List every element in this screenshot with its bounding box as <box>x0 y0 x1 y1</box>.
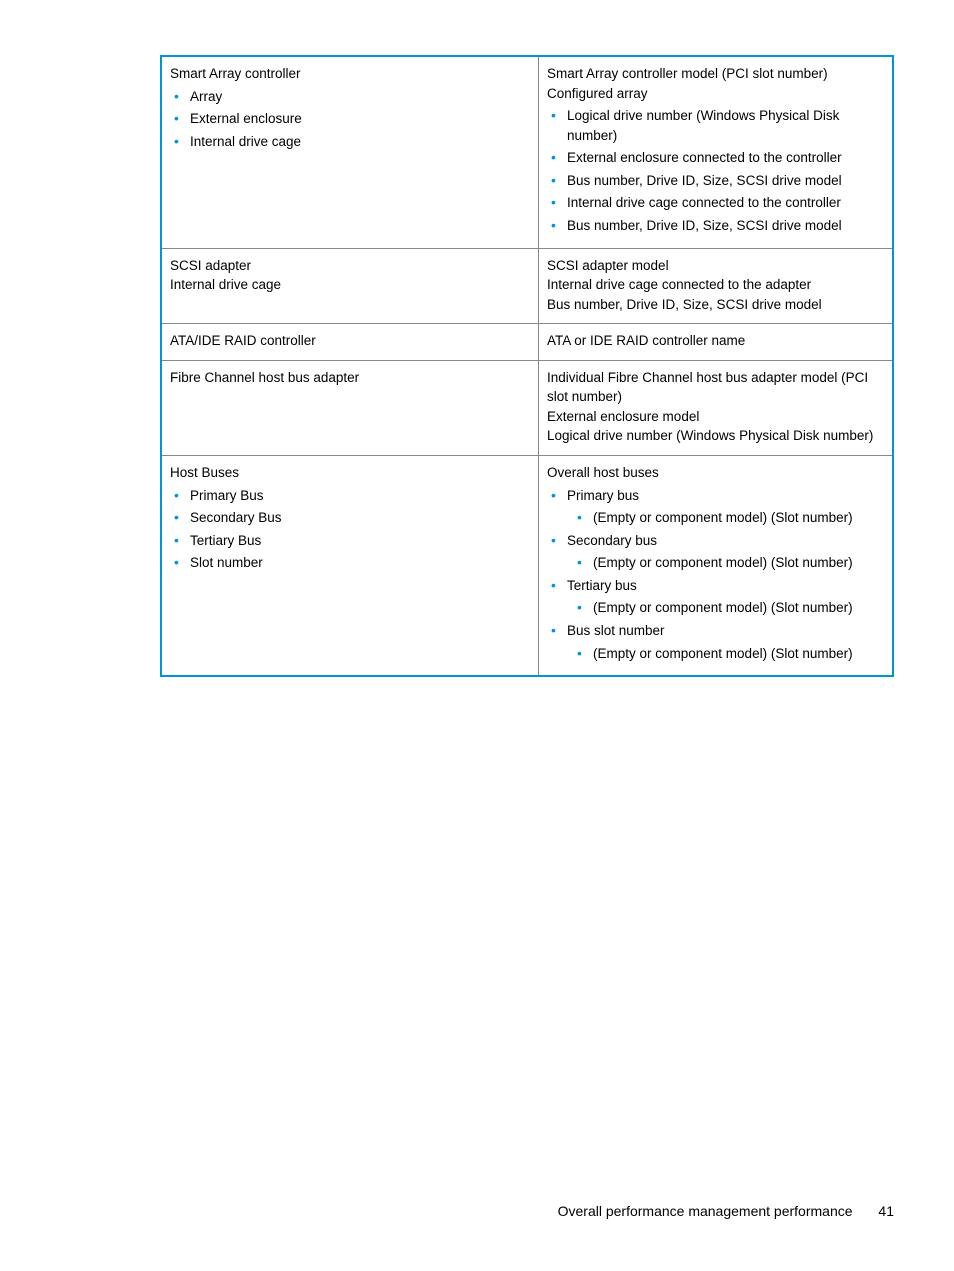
list-item: Logical drive number (Windows Physical D… <box>547 106 884 145</box>
list-item-label: Secondary bus <box>567 533 657 548</box>
list-item: Secondary bus (Empty or component model)… <box>547 531 884 573</box>
cell-line: External enclosure model <box>547 407 884 427</box>
cell-line: ATA or IDE RAID controller name <box>547 331 884 351</box>
list-item: Bus number, Drive ID, Size, SCSI drive m… <box>547 171 884 191</box>
list-item-label: Bus slot number <box>567 623 665 638</box>
cell-lead: Smart Array controller <box>170 64 530 84</box>
cell-line: Configured array <box>547 84 884 104</box>
cell-lead: SCSI adapter <box>170 256 530 276</box>
list-item: Bus number, Drive ID, Size, SCSI drive m… <box>547 216 884 236</box>
list-item: Tertiary Bus <box>170 531 530 551</box>
list-item: (Empty or component model) (Slot number) <box>573 553 884 573</box>
cell-line: Internal drive cage <box>170 275 530 295</box>
cell-line: SCSI adapter model <box>547 256 884 276</box>
list-item: Secondary Bus <box>170 508 530 528</box>
table-row: Host Buses Primary Bus Secondary Bus Ter… <box>161 456 893 677</box>
cell-lead: Fibre Channel host bus adapter <box>170 368 530 388</box>
list-item-label: Tertiary bus <box>567 578 637 593</box>
list-item: (Empty or component model) (Slot number) <box>573 508 884 528</box>
list-item: (Empty or component model) (Slot number) <box>573 598 884 618</box>
footer-title: Overall performance management performan… <box>558 1203 853 1219</box>
list-item: Primary bus (Empty or component model) (… <box>547 486 884 528</box>
cell-line: Overall host buses <box>547 463 884 483</box>
list-item: Array <box>170 87 530 107</box>
reference-table: Smart Array controller Array External en… <box>160 55 894 677</box>
table-row: ATA/IDE RAID controller ATA or IDE RAID … <box>161 324 893 361</box>
list-item: Primary Bus <box>170 486 530 506</box>
table-row: Fibre Channel host bus adapter Individua… <box>161 360 893 455</box>
page-footer: Overall performance management performan… <box>558 1201 894 1221</box>
cell-line: Individual Fibre Channel host bus adapte… <box>547 368 884 407</box>
cell-line: Logical drive number (Windows Physical D… <box>547 426 884 446</box>
cell-lead: Host Buses <box>170 463 530 483</box>
list-item: Internal drive cage <box>170 132 530 152</box>
table-row: Smart Array controller Array External en… <box>161 56 893 248</box>
list-item: (Empty or component model) (Slot number) <box>573 644 884 664</box>
list-item: Internal drive cage connected to the con… <box>547 193 884 213</box>
list-item: External enclosure connected to the cont… <box>547 148 884 168</box>
list-item: Tertiary bus (Empty or component model) … <box>547 576 884 618</box>
page-number: 41 <box>878 1203 894 1219</box>
cell-line: Bus number, Drive ID, Size, SCSI drive m… <box>547 295 884 315</box>
list-item: Bus slot number (Empty or component mode… <box>547 621 884 663</box>
cell-line: Internal drive cage connected to the ada… <box>547 275 884 295</box>
list-item: External enclosure <box>170 109 530 129</box>
cell-lead: ATA/IDE RAID controller <box>170 331 530 351</box>
table-row: SCSI adapter Internal drive cage SCSI ad… <box>161 248 893 324</box>
list-item-label: Primary bus <box>567 488 639 503</box>
list-item: Slot number <box>170 553 530 573</box>
cell-line: Smart Array controller model (PCI slot n… <box>547 64 884 84</box>
